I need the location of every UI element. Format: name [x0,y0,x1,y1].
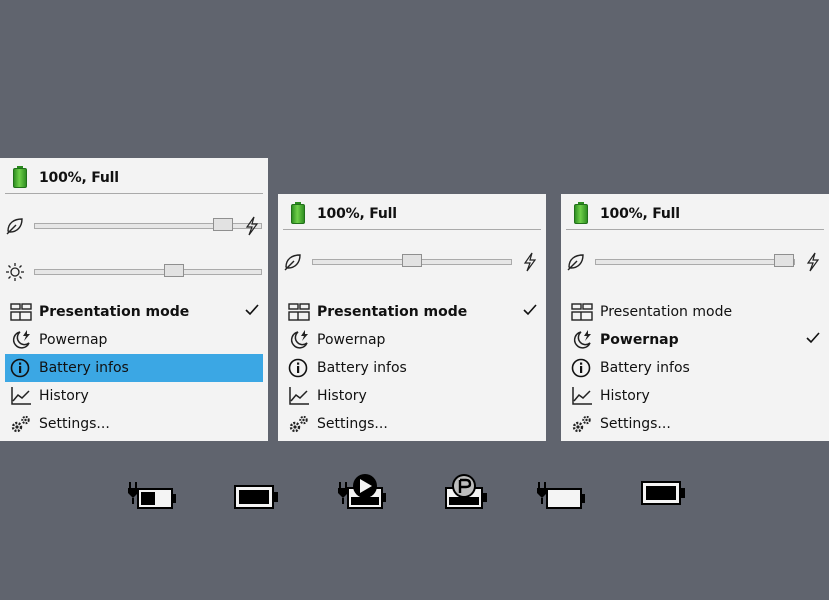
info-icon [10,358,30,378]
menu-item-label: Powernap [600,332,679,348]
menu-item-label: Settings... [317,416,388,432]
menu-item-label: History [317,388,367,404]
info-icon [288,358,308,378]
menu-item-history[interactable]: History [5,382,263,410]
menu-item-history[interactable]: History [566,382,824,410]
separator [5,193,263,194]
menu-item-label: History [600,388,650,404]
menu-item-label: History [39,388,89,404]
battery-full-icon[interactable] [641,481,687,507]
power-slider-thumb[interactable] [402,254,422,267]
power-slider-thumb[interactable] [774,254,794,267]
info-icon [571,358,591,378]
battery-header: 100%, Full [561,194,829,230]
powernap-moon-icon [290,330,308,349]
leaf-icon [567,254,584,271]
menu-item-battery-infos[interactable]: Battery infos [5,354,263,382]
battery-header: 100%, Full [0,158,268,194]
battery-full-icon[interactable] [234,485,280,511]
brightness-slider-row [0,260,268,282]
menu-item-label: Battery infos [39,360,129,376]
battery-status-text: 100%, Full [600,206,680,222]
history-chart-icon [572,387,592,405]
power-slider-thumb[interactable] [213,218,233,231]
menu-item-label: Powernap [317,332,386,348]
menu-item-label: Presentation mode [317,304,468,320]
powernap-moon-icon [573,330,591,349]
battery-charging-empty-icon[interactable] [537,480,587,512]
menu-item-label: Battery infos [317,360,407,376]
menu-item-presentation-mode[interactable]: Presentation mode [566,298,824,326]
brightness-sun-icon [6,263,24,281]
lightning-icon [806,252,820,272]
separator [283,229,541,230]
battery-charging-half-icon[interactable] [128,480,178,512]
menu-item-label: Settings... [600,416,671,432]
brightness-slider-track[interactable] [34,269,262,275]
menu-item-settings[interactable]: Settings... [283,410,541,438]
history-chart-icon [11,387,31,405]
gears-icon [11,415,30,433]
power-slider-row [278,250,546,272]
battery-status-text: 100%, Full [317,206,397,222]
power-menu-panel: 100%, Full Presentation mode Powernap Ba… [278,194,546,441]
presentation-icon [10,303,32,321]
menu-item-powernap[interactable]: Powernap [283,326,541,354]
lightning-icon [523,252,537,272]
gears-icon [289,415,308,433]
menu-item-battery-infos[interactable]: Battery infos [566,354,824,382]
power-slider-track[interactable] [595,259,795,265]
battery-green-icon [574,202,588,224]
menu-item-battery-infos[interactable]: Battery infos [283,354,541,382]
battery-green-icon [13,166,27,188]
battery-powernap-icon[interactable] [444,472,490,512]
gears-icon [572,415,591,433]
power-menu-panel: 100%, Full Presentation mode Powernap Ba… [0,158,268,441]
leaf-icon [6,218,23,235]
menu-item-label: Settings... [39,416,110,432]
menu-item-label: Powernap [39,332,108,348]
separator [566,229,824,230]
menu-item-history[interactable]: History [283,382,541,410]
menu-item-presentation-mode[interactable]: Presentation mode [5,298,263,326]
presentation-icon [288,303,310,321]
menu-item-presentation-mode[interactable]: Presentation mode [283,298,541,326]
checkmark-icon [245,304,259,316]
checkmark-icon [806,332,820,344]
power-slider-row [0,214,268,236]
menu-item-settings[interactable]: Settings... [566,410,824,438]
battery-charging-presentation-icon[interactable] [338,472,390,512]
menu-item-label: Battery infos [600,360,690,376]
power-slider-row [561,250,829,272]
lightning-icon [245,216,259,236]
brightness-slider-thumb[interactable] [164,264,184,277]
battery-header: 100%, Full [278,194,546,230]
battery-green-icon [291,202,305,224]
powernap-moon-icon [12,330,30,349]
leaf-icon [284,254,301,271]
menu-item-label: Presentation mode [39,304,190,320]
menu-item-label: Presentation mode [600,304,733,320]
menu-item-powernap[interactable]: Powernap [566,326,824,354]
history-chart-icon [289,387,309,405]
checkmark-icon [523,304,537,316]
presentation-icon [571,303,593,321]
battery-status-text: 100%, Full [39,170,119,186]
menu-item-settings[interactable]: Settings... [5,410,263,438]
menu-item-powernap[interactable]: Powernap [5,326,263,354]
power-menu-panel: 100%, Full Presentation mode Powernap Ba… [561,194,829,441]
